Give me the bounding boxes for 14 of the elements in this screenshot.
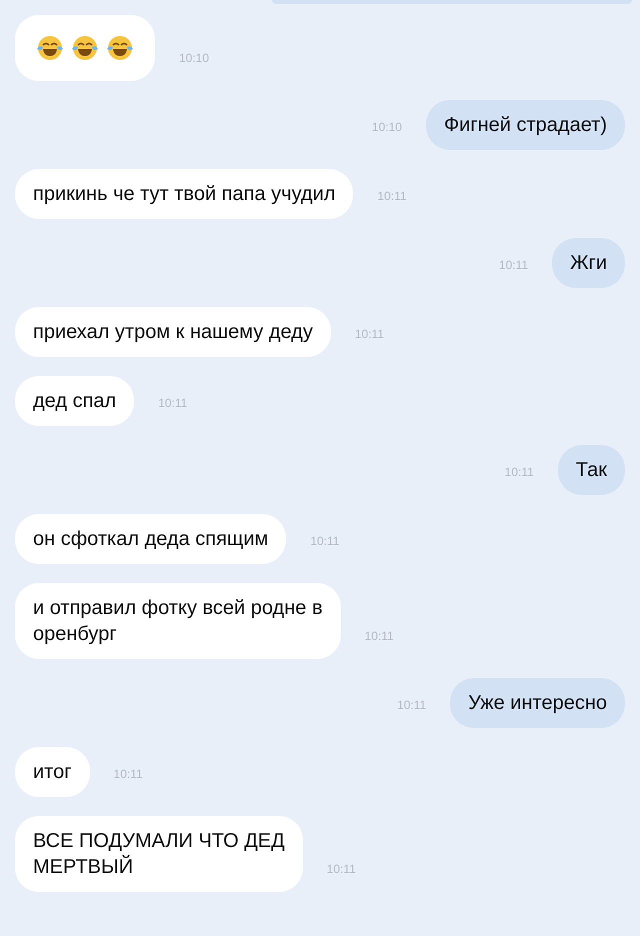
message-bubble: дед спал [15,376,134,426]
laughing-tears-emoji-icon [105,33,135,63]
message-bubble: Так [558,445,625,495]
message-bubble: Жги [552,238,625,288]
laughing-tears-emoji-icon [70,33,100,63]
message-bubble: Фигней страдает) [426,100,625,150]
message-bubble: ВСЕ ПОДУМАЛИ ЧТО ДЕД МЕРТВЫЙ [15,816,303,892]
message-bubble: Уже интересно [450,678,625,728]
message-bubble: он сфоткал деда спящим [15,514,286,564]
message-bubble: приехал утром к нашему деду [15,307,331,357]
laughing-tears-emoji-icon [35,33,65,63]
message-bubble: и отправил фотку всей родне в оренбург [15,583,341,659]
message-bubble: итог [15,747,90,797]
message-bubble: прикинь че тут твой папа учудил [15,169,354,219]
